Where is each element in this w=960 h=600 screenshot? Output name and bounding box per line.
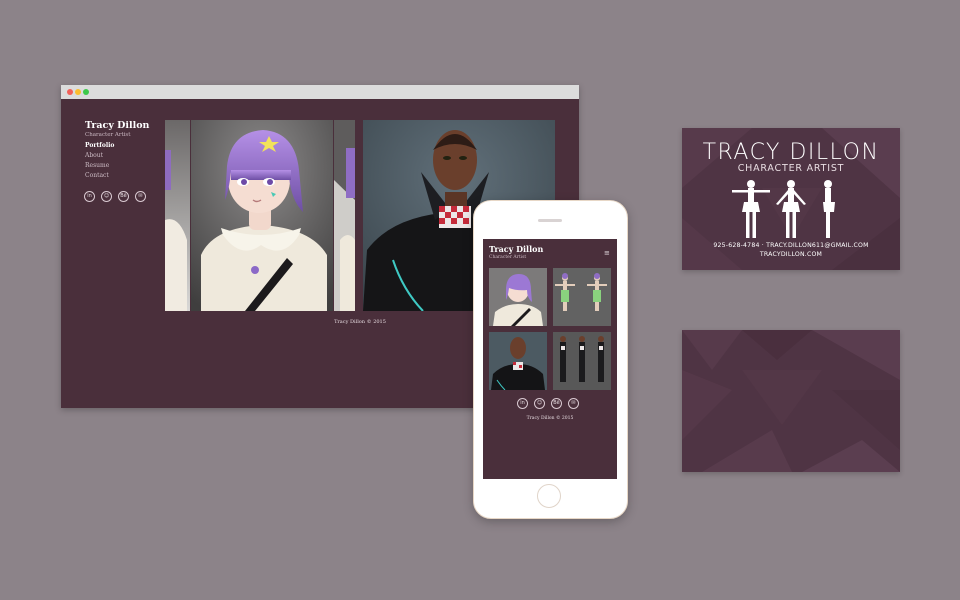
behance-icon[interactable]: Bē (118, 191, 129, 202)
card-contact-block: 925-628-4784 · TRACY.DILLON611@GMAIL.COM… (682, 241, 900, 259)
email-icon[interactable]: ✉ (568, 398, 579, 409)
mobile-gallery-tile[interactable] (553, 332, 611, 390)
gallery-image[interactable] (165, 120, 190, 311)
social-links: in ☺ Bē ✉ (84, 191, 146, 202)
checkered-scarf (439, 206, 471, 228)
business-card-front: TRACY DILLON CHARACTER ARTIST 925-628-47… (682, 128, 900, 270)
hamburger-menu-icon[interactable]: ≡ (604, 250, 611, 257)
phone-mockup: Tracy Dillon Character Artist ≡ in ☺ Bē … (473, 200, 628, 519)
nav-item-resume[interactable]: Resume (85, 161, 114, 171)
card-title: TRACY DILLON (702, 140, 880, 165)
phone-speaker (538, 219, 562, 222)
card-contact-line: 925-628-4784 · TRACY.DILLON611@GMAIL.COM (713, 242, 869, 249)
mobile-site-subtitle: Character Artist (489, 255, 527, 260)
minimize-window-button[interactable] (75, 89, 81, 95)
site-subtitle: Character Artist (85, 132, 131, 138)
phone-screen: Tracy Dillon Character Artist ≡ in ☺ Bē … (483, 239, 617, 479)
gallery-image[interactable] (191, 120, 333, 311)
linkedin-icon[interactable]: in (84, 191, 95, 202)
card-subtitle: CHARACTER ARTIST (737, 163, 845, 174)
character-silhouettes-icon (732, 180, 835, 238)
close-window-button[interactable] (67, 89, 73, 95)
card-website: TRACYDILLON.COM (759, 251, 823, 258)
mobile-gallery-tile[interactable] (489, 332, 547, 390)
business-card-back (682, 330, 900, 472)
site-nav: Portfolio About Resume Contact (85, 141, 114, 181)
gallery-image[interactable] (334, 120, 355, 311)
zoom-window-button[interactable] (83, 89, 89, 95)
mobile-gallery-tile[interactable] (489, 268, 547, 326)
mobile-social-links: in ☺ Bē ✉ (517, 398, 579, 409)
mobile-footer-copyright: Tracy Dillon © 2015 (526, 416, 574, 421)
linkedin-icon[interactable]: in (517, 398, 528, 409)
email-icon[interactable]: ✉ (135, 191, 146, 202)
smile-icon[interactable]: ☺ (101, 191, 112, 202)
nav-item-portfolio[interactable]: Portfolio (85, 141, 114, 151)
behance-icon[interactable]: Bē (551, 398, 562, 409)
nav-item-about[interactable]: About (85, 151, 114, 161)
mobile-site-title[interactable]: Tracy Dillon (489, 244, 543, 254)
nav-item-contact[interactable]: Contact (85, 171, 114, 181)
mobile-gallery-tile[interactable] (553, 268, 611, 326)
card-back-pattern (682, 330, 900, 472)
browser-titlebar (61, 85, 579, 99)
smile-icon[interactable]: ☺ (534, 398, 545, 409)
site-title[interactable]: Tracy Dillon (85, 120, 149, 131)
phone-home-button[interactable] (537, 484, 561, 508)
